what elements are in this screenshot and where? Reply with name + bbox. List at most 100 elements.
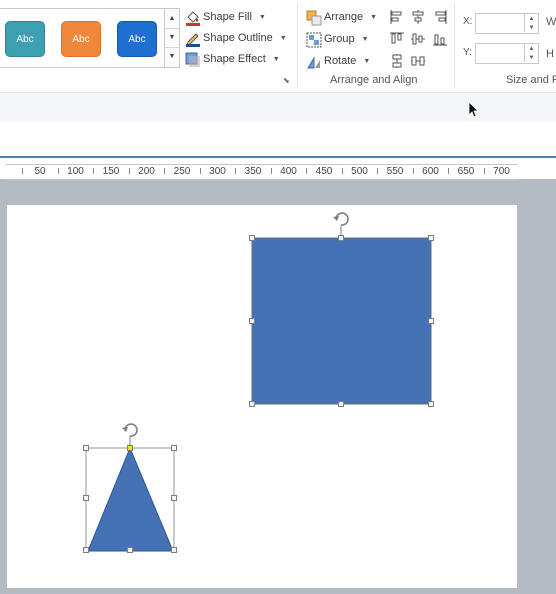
- ruler-tick-label: 700: [493, 166, 510, 177]
- pencil-icon: [185, 31, 200, 47]
- resize-handle[interactable]: [171, 495, 177, 501]
- x-position-input[interactable]: ▲ ▼: [475, 13, 539, 34]
- resize-handle[interactable]: [83, 445, 89, 451]
- resize-handle[interactable]: [428, 235, 434, 241]
- resize-handle[interactable]: [249, 318, 255, 324]
- shape-outline-button[interactable]: Shape Outline ▼: [185, 31, 287, 47]
- chevron-down-icon: ▼: [361, 35, 369, 43]
- ruler-tick-label: 650: [457, 166, 475, 177]
- x-label: X:: [463, 16, 473, 27]
- style-preset-teal[interactable]: Abc: [5, 21, 45, 57]
- mouse-cursor-icon: [468, 101, 479, 118]
- ruler-tick-label: 550: [386, 166, 404, 177]
- ruler-tick-label: 200: [138, 166, 155, 177]
- resize-handle[interactable]: [249, 401, 255, 407]
- ruler-minor-tick: [483, 168, 485, 174]
- gallery-up-arrow-icon[interactable]: ▲: [165, 9, 179, 29]
- resize-handle[interactable]: [83, 547, 89, 553]
- shape-fill-label: Shape Fill: [203, 11, 252, 23]
- resize-handle[interactable]: [338, 235, 344, 241]
- workspace-top: [0, 122, 556, 156]
- resize-handle[interactable]: [127, 547, 133, 553]
- arrange-button[interactable]: Arrange ▼: [306, 10, 378, 26]
- ribbon: Abc Abc Abc ▲ ▼ ▼ Shape Fill ▼ Shape Out…: [0, 0, 556, 92]
- resize-handle[interactable]: [171, 445, 177, 451]
- ruler-minor-tick: [164, 168, 166, 174]
- ruler-minor-tick: [448, 168, 450, 174]
- shape-effect-label: Shape Effect: [203, 53, 266, 65]
- ruler-minor-tick: [22, 168, 24, 174]
- shape-effect-button[interactable]: Shape Effect ▼: [185, 52, 280, 67]
- workspace-divider: [0, 156, 556, 158]
- ruler-tick-label: 500: [351, 166, 368, 177]
- group-divider: [454, 4, 455, 88]
- group-label: Group: [324, 33, 355, 45]
- ruler-tick-label: 50: [34, 166, 46, 177]
- align-center-icon[interactable]: [411, 10, 425, 24]
- resize-handle[interactable]: [428, 401, 434, 407]
- align-top-icon[interactable]: [390, 32, 404, 46]
- resize-handle[interactable]: [171, 547, 177, 553]
- y-position-input[interactable]: ▲ ▼: [475, 43, 539, 64]
- align-bottom-icon[interactable]: [433, 32, 447, 46]
- ruler-minor-tick: [412, 168, 414, 174]
- shape-outline-label: Shape Outline: [203, 32, 273, 44]
- paint-bucket-icon: [185, 10, 200, 26]
- adjust-handle[interactable]: [127, 445, 133, 451]
- resize-handle[interactable]: [428, 318, 434, 324]
- chevron-down-icon: ▼: [363, 57, 371, 65]
- chevron-down-icon: ▼: [258, 13, 266, 21]
- ruler-minor-tick: [199, 168, 201, 174]
- chevron-down-icon: ▼: [272, 55, 280, 63]
- triangle-shape[interactable]: [80, 418, 182, 558]
- gallery-more-icon[interactable]: ▼: [165, 47, 179, 66]
- ruler-minor-tick: [93, 168, 95, 174]
- spin-down-icon[interactable]: ▼: [524, 53, 538, 62]
- width-label: W: [546, 16, 556, 28]
- ruler-tick-label: 100: [67, 166, 84, 177]
- arrange-icon: [306, 10, 322, 26]
- align-left-icon[interactable]: [390, 10, 404, 24]
- ruler-minor-tick: [306, 168, 308, 174]
- align-middle-icon[interactable]: [411, 32, 425, 46]
- chevron-down-icon: ▼: [370, 13, 378, 21]
- spin-down-icon[interactable]: ▼: [524, 23, 538, 32]
- ruler-tick-label: 150: [102, 166, 120, 177]
- group-icon: [306, 32, 322, 48]
- ruler-minor-tick: [377, 168, 379, 174]
- gallery-down-arrow-icon[interactable]: ▼: [165, 28, 179, 48]
- shape-style-gallery: Abc Abc Abc: [0, 8, 167, 68]
- ruler-tick-label: 600: [422, 166, 439, 177]
- spin-up-icon[interactable]: ▲: [524, 44, 538, 53]
- size-position-group-label: Size and P: [506, 74, 556, 86]
- group-button[interactable]: Group ▼: [306, 32, 369, 48]
- arrange-align-group-label: Arrange and Align: [330, 74, 418, 86]
- distribute-vertical-icon[interactable]: [390, 54, 404, 68]
- align-right-icon[interactable]: [433, 10, 447, 24]
- y-label: Y:: [463, 47, 472, 58]
- resize-handle[interactable]: [83, 495, 89, 501]
- ruler-minor-tick: [341, 168, 343, 174]
- group-divider: [297, 4, 298, 88]
- horizontal-ruler: 50 100 150 200 250 300 350 400 450 500 550 600 650 70…: [6, 164, 518, 180]
- ruler-minor-tick: [270, 168, 272, 174]
- rotate-label: Rotate: [324, 55, 357, 67]
- dialog-launcher-icon[interactable]: ⬊: [283, 76, 290, 85]
- shape-effect-icon: [185, 52, 200, 67]
- chevron-down-icon: ▼: [279, 34, 287, 42]
- ruler-tick-label: 400: [280, 166, 297, 177]
- shape-fill-button[interactable]: Shape Fill ▼: [185, 10, 266, 26]
- distribute-horizontal-icon[interactable]: [411, 54, 425, 68]
- resize-handle[interactable]: [249, 235, 255, 241]
- rotate-icon: [306, 54, 320, 69]
- ruler-tick-label: 350: [244, 166, 262, 177]
- spin-up-icon[interactable]: ▲: [524, 14, 538, 23]
- gallery-scroll: ▲ ▼ ▼: [164, 8, 180, 68]
- style-preset-blue[interactable]: Abc: [117, 21, 157, 57]
- rotate-button[interactable]: Rotate ▼: [306, 54, 371, 69]
- height-label: H: [546, 48, 554, 60]
- ruler-minor-tick: [235, 168, 237, 174]
- ruler-tick-label: 300: [209, 166, 226, 177]
- style-preset-orange[interactable]: Abc: [61, 21, 101, 57]
- resize-handle[interactable]: [338, 401, 344, 407]
